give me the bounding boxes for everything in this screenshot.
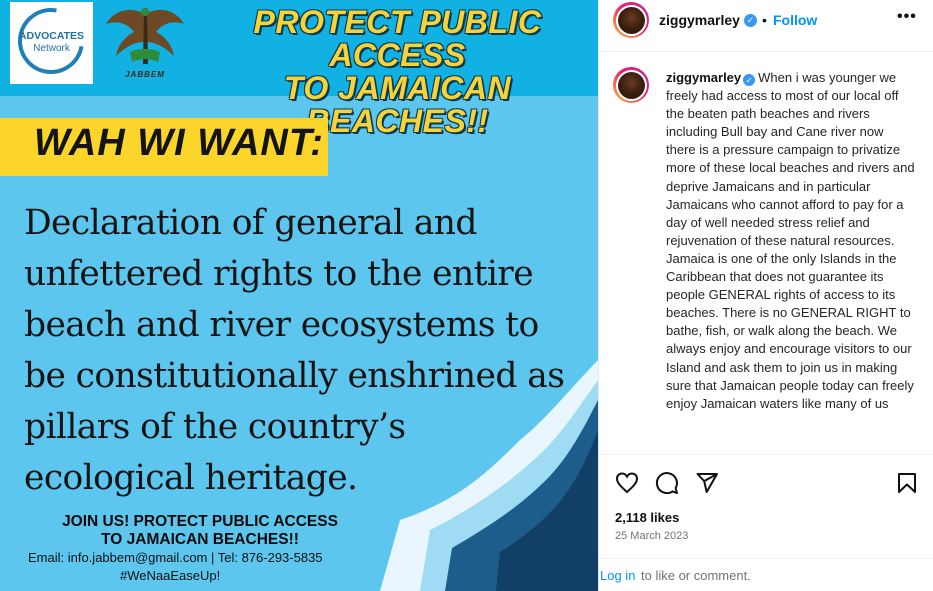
avatar[interactable] (613, 2, 649, 38)
comment-icon[interactable] (655, 471, 679, 495)
likes-count[interactable]: 2,118 likes (615, 510, 679, 525)
separator-dot: • (762, 12, 767, 28)
avatar-photo (617, 71, 645, 99)
more-options-icon[interactable]: ••• (897, 8, 917, 26)
join-us-text: JOIN US! PROTECT PUBLIC ACCESS TO JAMAIC… (30, 513, 370, 549)
post-date: 25 March 2023 (615, 530, 689, 542)
action-bar (599, 454, 933, 507)
login-bar: Log in to like or comment. (599, 558, 933, 591)
declaration-text: Declaration of general and unfettered ri… (24, 203, 565, 498)
post-header: ziggymarley ✓ • Follow ••• (599, 0, 933, 52)
follow-button[interactable]: Follow (773, 12, 817, 28)
bookmark-icon[interactable] (895, 471, 919, 495)
post-side-panel: ziggymarley ✓ • Follow ••• ziggymarley ✓ W… (598, 0, 933, 591)
join-line-2: TO JAMAICAN BEACHES!! (101, 531, 299, 548)
header-username[interactable]: ziggymarley (659, 12, 740, 28)
login-prompt-text: to like or comment. (641, 568, 751, 583)
verified-badge-icon: ✓ (744, 14, 757, 27)
caption-area[interactable]: ziggymarley ✓ When i was younger we freely… (599, 52, 933, 454)
caption-body: When i was younger we freely had access … (666, 70, 915, 411)
caption-text-block: ziggymarley ✓ When i was younger we freely… (666, 69, 916, 413)
caption-username[interactable]: ziggymarley (666, 70, 741, 85)
post-image: ADVOCATES Network JABBEM PROTECT PUBLIC … (0, 0, 598, 591)
verified-badge-icon: ✓ (743, 74, 756, 86)
login-link[interactable]: Log in (600, 568, 635, 583)
avatar-photo (617, 6, 645, 34)
join-line-1: JOIN US! PROTECT PUBLIC ACCESS (62, 513, 338, 530)
contact-info: Email: info.jabbem@gmail.com | Tel: 876-… (28, 550, 323, 565)
share-icon[interactable] (695, 471, 719, 495)
caption-avatar[interactable] (613, 67, 649, 103)
heart-icon[interactable] (615, 471, 639, 495)
hashtag: #WeNaaEaseUp! (120, 568, 221, 583)
